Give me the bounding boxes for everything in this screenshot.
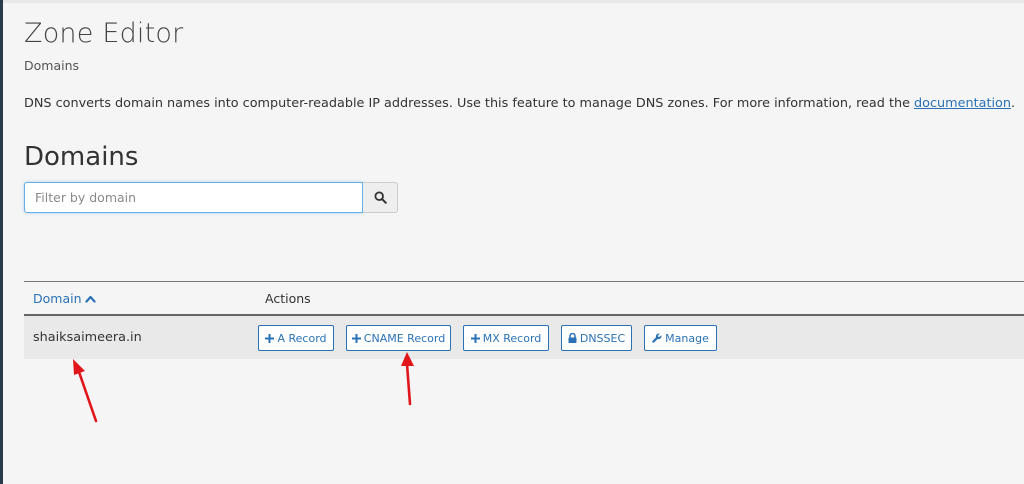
add-a-record-label: A Record <box>277 331 327 345</box>
manage-button[interactable]: Manage <box>644 325 717 351</box>
add-mx-record-label: MX Record <box>482 331 542 345</box>
documentation-link[interactable]: documentation <box>914 96 1011 111</box>
table-header: Domain Actions <box>24 281 1024 316</box>
top-bar <box>3 0 1024 3</box>
domain-cell: shaiksaimeera.in <box>33 330 142 345</box>
add-a-record-button[interactable]: A Record <box>258 325 334 351</box>
breadcrumb: Domains <box>24 58 80 73</box>
app-frame: Zone Editor Domains DNS converts domain … <box>0 0 1024 484</box>
search-button[interactable] <box>363 182 398 213</box>
description-suffix: . <box>1010 96 1016 111</box>
section-title: Domains <box>24 142 139 172</box>
page-title: Zone Editor <box>24 18 184 49</box>
column-header-domain-label: Domain <box>33 291 82 306</box>
search-group <box>24 182 398 213</box>
column-header-domain[interactable]: Domain <box>33 291 96 306</box>
chevron-up-icon <box>84 295 96 303</box>
dnssec-button[interactable]: DNSSEC <box>561 325 632 351</box>
column-header-actions: Actions <box>265 291 311 306</box>
wrench-icon <box>652 333 662 343</box>
manage-label: Manage <box>665 331 709 345</box>
lock-icon <box>568 333 577 343</box>
add-cname-record-button[interactable]: CNAME Record <box>346 325 451 351</box>
annotation-arrow-domain <box>73 359 98 423</box>
plus-icon <box>351 333 361 343</box>
dnssec-label: DNSSEC <box>579 331 626 345</box>
add-cname-record-label: CNAME Record <box>363 331 446 345</box>
page-description: DNS converts domain names into computer-… <box>24 96 1015 111</box>
table-row: shaiksaimeera.in A Record CNAME Record M… <box>24 316 1024 359</box>
plus-icon <box>265 333 275 343</box>
add-mx-record-button[interactable]: MX Record <box>463 325 549 351</box>
search-icon <box>373 191 387 204</box>
search-input[interactable] <box>24 182 363 213</box>
domains-table: Domain Actions shaiksaimeera.in A Record… <box>24 281 1024 359</box>
description-text: DNS converts domain names into computer-… <box>24 96 915 111</box>
plus-icon <box>470 333 480 343</box>
